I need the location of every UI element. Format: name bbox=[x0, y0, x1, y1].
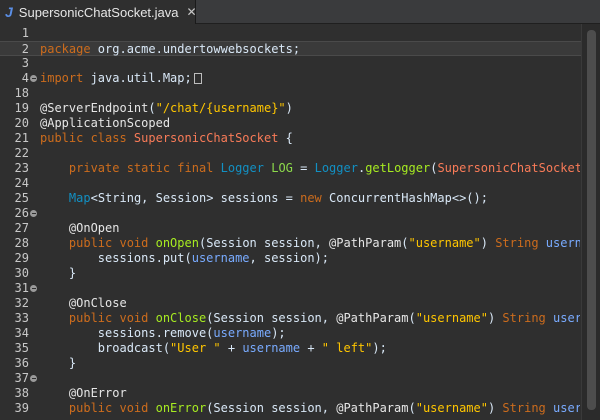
fold-toggle-icon[interactable] bbox=[30, 210, 37, 217]
line-number: 4 bbox=[21, 71, 29, 85]
close-icon[interactable]: ✕ bbox=[187, 5, 197, 19]
code-line[interactable]: 2 package org.acme.undertowwebsockets; bbox=[0, 41, 600, 56]
code-text: public class SupersonicChatSocket { bbox=[40, 131, 293, 145]
editor-window: J SupersonicChatSocket.java ✕ 1 2 package … bbox=[0, 0, 600, 420]
code-text: @OnError bbox=[40, 386, 127, 400]
code-text: package org.acme.undertowwebsockets; bbox=[40, 42, 301, 56]
code-line[interactable]: 28 public void onOpen(Session session, @… bbox=[0, 236, 600, 251]
code-line[interactable]: 36 } bbox=[0, 356, 600, 371]
tab-supersonic-chat-socket[interactable]: J SupersonicChatSocket.java ✕ bbox=[0, 0, 197, 24]
code-line[interactable]: 21 public class SupersonicChatSocket { bbox=[0, 131, 600, 146]
line-number: 36 bbox=[14, 356, 29, 370]
code-line[interactable]: 20 @ApplicationScoped bbox=[0, 116, 600, 131]
code-line[interactable]: 38 @OnError bbox=[0, 386, 600, 401]
line-number: 19 bbox=[14, 101, 29, 115]
line-number: 3 bbox=[21, 56, 29, 70]
code-line[interactable]: 22 bbox=[0, 146, 600, 161]
code-text: @ApplicationScoped bbox=[40, 116, 171, 130]
code-text: } bbox=[40, 266, 77, 280]
code-line[interactable]: 29 sessions.put(username, session); bbox=[0, 251, 600, 266]
code-text: @OnOpen bbox=[40, 221, 120, 235]
line-number: 26 bbox=[14, 206, 29, 220]
code-text: sessions.remove(username); bbox=[40, 326, 286, 340]
line-number: 23 bbox=[14, 161, 29, 175]
code-line[interactable]: 32 @OnClose bbox=[0, 296, 600, 311]
line-number: 21 bbox=[14, 131, 29, 145]
line-number: 1 bbox=[21, 26, 29, 40]
code-line[interactable]: 35 broadcast("User " + username + " left… bbox=[0, 341, 600, 356]
code-text: broadcast("User " + username + " left"); bbox=[40, 341, 387, 355]
line-number: 32 bbox=[14, 296, 29, 310]
code-line[interactable]: 1 bbox=[0, 26, 600, 41]
code-line[interactable]: 39 public void onError(Session session, … bbox=[0, 401, 600, 416]
code-line[interactable]: 23 private static final Logger LOG = Log… bbox=[0, 161, 600, 176]
code-text: public void onError(Session session, @Pa… bbox=[68, 401, 580, 415]
code-text: import java.util.Map; bbox=[40, 71, 580, 86]
code-text: } bbox=[40, 356, 77, 370]
editor-tab-bar: J SupersonicChatSocket.java ✕ bbox=[0, 0, 600, 24]
code-line[interactable]: 37 bbox=[0, 371, 600, 386]
line-number: 38 bbox=[14, 386, 29, 400]
line-number: 33 bbox=[14, 311, 29, 325]
code-text: public void onOpen(Session session, @Pat… bbox=[68, 236, 580, 250]
code-line[interactable]: 27 @OnOpen bbox=[0, 221, 600, 236]
code-text: public void onClose(Session session, @Pa… bbox=[68, 311, 580, 325]
fold-toggle-icon[interactable] bbox=[30, 285, 37, 292]
line-number: 31 bbox=[14, 281, 29, 295]
collapsed-region-icon[interactable] bbox=[193, 73, 202, 84]
code-line[interactable]: 19 @ServerEndpoint("/chat/{username}") bbox=[0, 101, 600, 116]
code-line[interactable]: 30 } bbox=[0, 266, 600, 281]
code-line[interactable]: 26 bbox=[0, 206, 600, 221]
line-number: 2 bbox=[21, 42, 29, 56]
code-text: @ServerEndpoint("/chat/{username}") bbox=[40, 101, 293, 115]
line-number: 28 bbox=[14, 236, 29, 250]
tab-title: SupersonicChatSocket.java bbox=[18, 4, 179, 20]
line-number: 37 bbox=[14, 371, 29, 385]
line-number: 34 bbox=[14, 326, 29, 340]
code-line[interactable]: 18 bbox=[0, 86, 600, 101]
code-line[interactable]: 3 bbox=[0, 56, 600, 71]
line-number: 30 bbox=[14, 266, 29, 280]
code-line[interactable]: 31 bbox=[0, 281, 600, 296]
line-number: 18 bbox=[14, 86, 29, 100]
line-number: 24 bbox=[14, 176, 29, 190]
line-number: 25 bbox=[14, 191, 29, 205]
line-number: 39 bbox=[14, 401, 29, 415]
code-line[interactable]: 4 import java.util.Map; bbox=[0, 71, 600, 86]
code-text: sessions.put(username, session); bbox=[40, 251, 329, 265]
scrollbar-thumb[interactable] bbox=[587, 30, 596, 410]
vertical-scrollbar[interactable] bbox=[581, 24, 600, 420]
line-number: 20 bbox=[14, 116, 29, 130]
line-number: 29 bbox=[14, 251, 29, 265]
line-number: 35 bbox=[14, 341, 29, 355]
code-editor[interactable]: 1 2 package org.acme.undertowwebsockets; 3 4… bbox=[0, 24, 600, 420]
code-text: private static final Logger LOG = Logger… bbox=[68, 161, 580, 175]
code-text: @OnClose bbox=[40, 296, 127, 310]
code-line[interactable]: 33 public void onClose(Session session, … bbox=[0, 311, 600, 326]
line-number: 27 bbox=[14, 221, 29, 235]
code-line[interactable]: 34 sessions.remove(username); bbox=[0, 326, 600, 341]
line-number: 22 bbox=[14, 146, 29, 160]
code-line[interactable]: 24 bbox=[0, 176, 600, 191]
java-file-icon: J bbox=[5, 4, 13, 20]
code-line[interactable]: 25 Map<String, Session> sessions = new C… bbox=[0, 191, 600, 206]
code-text: Map<String, Session> sessions = new Conc… bbox=[68, 191, 488, 205]
fold-toggle-icon[interactable] bbox=[30, 375, 37, 382]
fold-toggle-icon[interactable] bbox=[30, 75, 37, 82]
